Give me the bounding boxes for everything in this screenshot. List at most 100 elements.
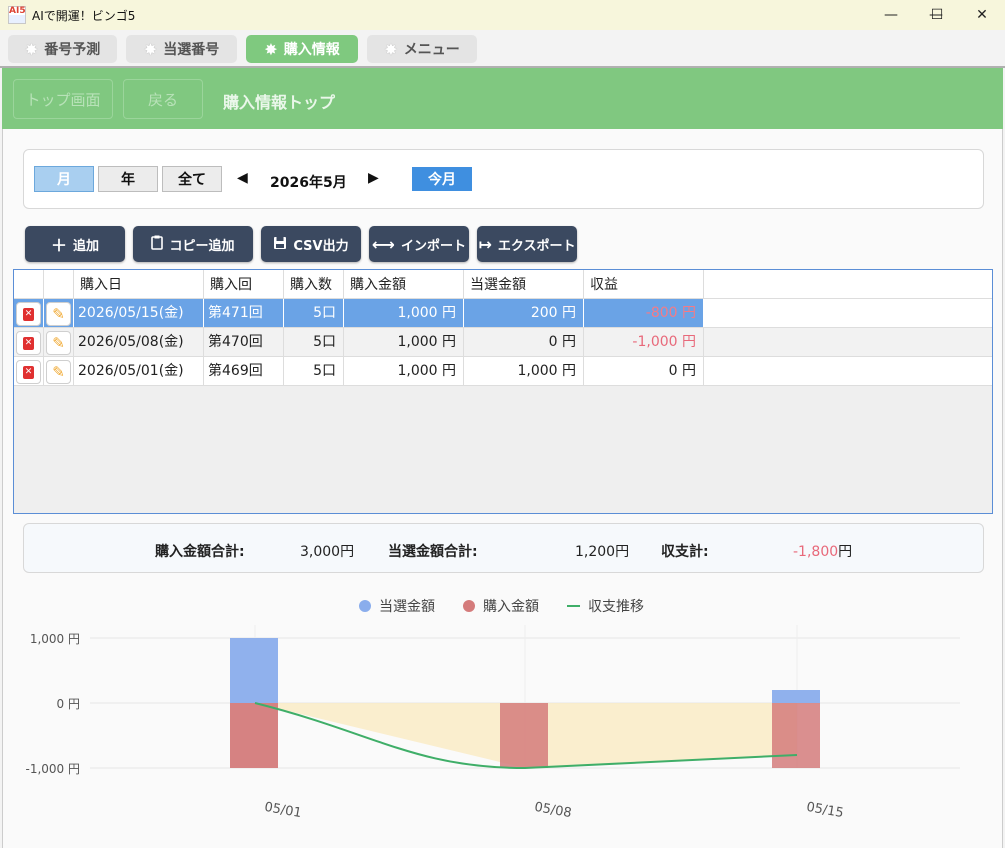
- tab-label: 当選番号: [163, 42, 220, 58]
- cell-count: 5口: [284, 299, 344, 327]
- prev-month-icon[interactable]: ◀: [237, 170, 248, 186]
- legend-cost[interactable]: 購入金額: [463, 596, 539, 616]
- sparkle-icon: ✸: [143, 39, 158, 59]
- column-header-date[interactable]: 購入日: [74, 270, 204, 299]
- legend-win[interactable]: 当選金額: [359, 596, 435, 616]
- back-button[interactable]: 戻る: [123, 79, 203, 119]
- add-button[interactable]: ＋ 追加: [25, 226, 125, 262]
- table-row[interactable]: ✕ ✎ 2026/05/08(金) 第470回 5口 1,000 円 0 円 -…: [14, 328, 992, 357]
- column-header-count[interactable]: 購入数: [284, 270, 344, 299]
- cell-cost: 1,000 円: [344, 299, 464, 327]
- cell-profit: -800 円: [584, 299, 704, 327]
- minimize-button[interactable]: —: [868, 0, 914, 30]
- win-bar: [230, 638, 278, 703]
- legend-win-label: 当選金額: [379, 599, 435, 615]
- tab-label: 購入情報: [283, 42, 340, 58]
- cost-bar: [500, 703, 548, 768]
- balance-value: -1,800: [793, 544, 839, 560]
- cell-cost: 1,000 円: [344, 357, 464, 385]
- tab-purchase-info[interactable]: ✸ 購入情報: [246, 35, 358, 63]
- pencil-icon: ✎: [52, 305, 65, 323]
- csv-output-button-label: CSV出力: [293, 238, 349, 254]
- total-cost-label: 購入金額合計:: [155, 544, 245, 560]
- window-title: AIで開運！ビンゴ5: [32, 9, 136, 23]
- cell-date: 2026/05/08(金): [74, 328, 204, 356]
- y-tick-label: 1,000 円: [30, 632, 80, 646]
- sparkle-icon: ✸: [384, 39, 398, 59]
- table-header: 購入日 購入回 購入数 購入金額 当選金額 収益: [14, 270, 992, 299]
- x-tick-label: 05/08: [533, 800, 573, 821]
- header-delete-col: [14, 270, 44, 299]
- import-icon: ⟷: [372, 234, 395, 254]
- table-row[interactable]: ✕ ✎ 2026/05/15(金) 第471回 5口 1,000 円 200 円…: [14, 299, 992, 328]
- win-bar: [772, 690, 820, 703]
- total-win-label: 当選金額合計:: [388, 544, 478, 560]
- clipboard-icon: [151, 235, 164, 254]
- cell-win: 200 円: [464, 299, 584, 327]
- cell-date: 2026/05/01(金): [74, 357, 204, 385]
- total-cost-value: 3,000円: [300, 544, 355, 560]
- period-year-button[interactable]: 年: [98, 166, 158, 192]
- tab-menu[interactable]: ✸ メニュー: [367, 35, 477, 63]
- cell-profit: 0 円: [584, 357, 704, 385]
- cell-win: 1,000 円: [464, 357, 584, 385]
- cell-win: 0 円: [464, 328, 584, 356]
- total-win-value: 1,200円: [575, 544, 630, 560]
- legend-win-swatch: [359, 600, 371, 612]
- cost-bar: [230, 703, 278, 768]
- balance-value-wrap: -1,800円: [793, 541, 852, 561]
- csv-output-button[interactable]: CSV出力: [261, 226, 361, 262]
- edit-row-button[interactable]: ✎: [46, 360, 71, 384]
- sparkle-icon: ✸: [264, 39, 278, 59]
- delete-row-button[interactable]: ✕: [16, 360, 41, 384]
- delete-row-button[interactable]: ✕: [16, 302, 41, 326]
- balance-unit: 円: [838, 544, 853, 560]
- purchase-chart: 1,000 円 0 円 -1,000 円 05/01 05/08 05/15: [26, 625, 960, 821]
- tab-winning-numbers[interactable]: ✸ 当選番号: [126, 35, 237, 63]
- close-button[interactable]: ✕: [959, 0, 1005, 30]
- copy-add-button[interactable]: コピー追加: [133, 226, 253, 262]
- page-title: 購入情報トップ: [223, 93, 336, 112]
- trash-icon: ✕: [23, 365, 34, 379]
- column-header-profit[interactable]: 収益: [584, 270, 704, 299]
- y-tick-label: 0 円: [57, 697, 80, 711]
- import-button[interactable]: ⟷ インポート: [369, 226, 469, 262]
- cell-profit: -1,000 円: [584, 328, 704, 356]
- title-bar: AI5 AIで開運！ビンゴ5 —: [0, 0, 1005, 30]
- tab-number-prediction[interactable]: ✸ 番号予測: [8, 35, 117, 63]
- column-header-cost[interactable]: 購入金額: [344, 270, 464, 299]
- cost-bar: [772, 703, 820, 768]
- export-button[interactable]: ↦ エクスポート: [477, 226, 577, 262]
- table-row[interactable]: ✕ ✎ 2026/05/01(金) 第469回 5口 1,000 円 1,000…: [14, 357, 992, 386]
- trash-icon: ✕: [23, 307, 34, 321]
- cell-count: 5口: [284, 357, 344, 385]
- y-tick-label: -1,000 円: [26, 762, 81, 776]
- sparkle-icon: ✸: [24, 39, 39, 59]
- add-button-label: 追加: [73, 238, 100, 254]
- legend-cost-label: 購入金額: [483, 599, 539, 615]
- tab-label: 番号予測: [44, 42, 101, 58]
- edit-row-button[interactable]: ✎: [46, 302, 71, 326]
- maximize-button[interactable]: ☐: [914, 0, 960, 30]
- legend-trend[interactable]: 収支推移: [567, 596, 644, 616]
- tab-label: メニュー: [403, 42, 460, 58]
- next-month-icon[interactable]: ▶: [368, 170, 379, 186]
- app-logo-icon: AI5: [8, 6, 26, 24]
- cell-date: 2026/05/15(金): [74, 299, 204, 327]
- column-header-round[interactable]: 購入回: [204, 270, 284, 299]
- current-month-label: 2026年5月: [270, 175, 347, 191]
- period-all-button[interactable]: 全て: [162, 166, 222, 192]
- this-month-button[interactable]: 今月: [412, 167, 472, 191]
- cell-round: 第471回: [204, 299, 284, 327]
- top-screen-button[interactable]: トップ画面: [13, 79, 113, 119]
- save-icon: [273, 235, 287, 254]
- header-edit-col: [44, 270, 74, 299]
- copy-add-button-label: コピー追加: [169, 238, 235, 254]
- legend-trend-label: 収支推移: [588, 599, 644, 615]
- column-header-win[interactable]: 当選金額: [464, 270, 584, 299]
- plus-icon: ＋: [50, 236, 67, 255]
- period-month-button[interactable]: 月: [34, 166, 94, 192]
- cell-count: 5口: [284, 328, 344, 356]
- balance-label: 収支計:: [661, 544, 709, 560]
- legend-trend-swatch: [567, 605, 580, 607]
